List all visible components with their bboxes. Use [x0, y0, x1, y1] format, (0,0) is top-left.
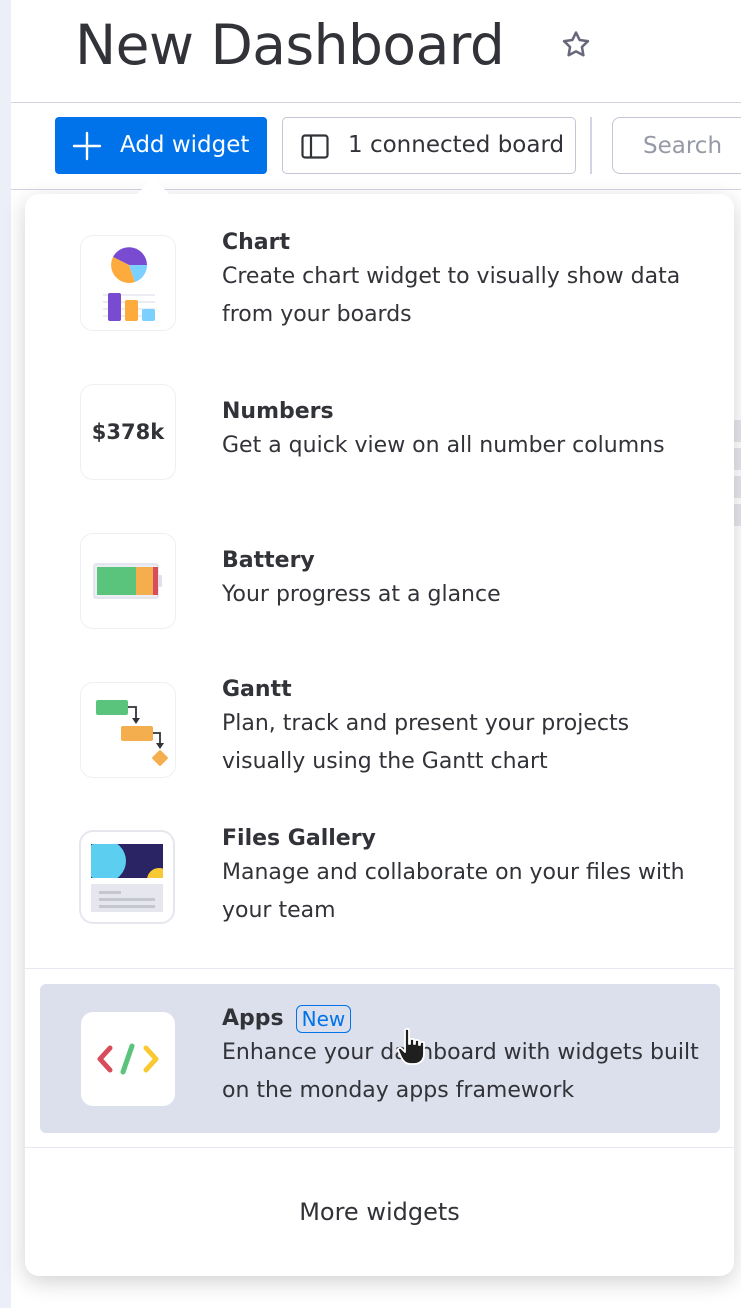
- widget-option-battery[interactable]: Battery Your progress at a glance: [40, 512, 720, 660]
- more-widgets-button[interactable]: More widgets: [25, 1148, 734, 1276]
- search-box[interactable]: [612, 117, 741, 174]
- search-input[interactable]: [643, 118, 741, 173]
- dashboard-header: New Dashboard: [11, 0, 741, 103]
- widget-title: Apps New: [222, 1004, 712, 1034]
- dashboard-toolbar: Add widget 1 connected board: [11, 104, 741, 190]
- widget-title: Chart: [222, 230, 291, 255]
- widget-text: Apps New Enhance your dashboard with wid…: [222, 1004, 712, 1110]
- widget-option-apps[interactable]: Apps New Enhance your dashboard with wid…: [40, 984, 720, 1133]
- add-widget-button[interactable]: Add widget: [55, 117, 267, 174]
- menu-divider: [25, 968, 734, 969]
- widget-text: Chart Create chart widget to visually sh…: [222, 228, 712, 334]
- widget-description: Your progress at a glance: [222, 582, 501, 607]
- numbers-icon-text: $378k: [91, 420, 165, 444]
- widget-text: Numbers Get a quick view on all number c…: [222, 397, 712, 465]
- toolbar-divider: [590, 117, 592, 174]
- widget-option-gantt[interactable]: Gantt Plan, track and present your proje…: [40, 661, 720, 809]
- widget-text: Battery Your progress at a glance: [222, 546, 712, 614]
- code-icon: [81, 1012, 175, 1106]
- hand-cursor-icon: [397, 1027, 425, 1065]
- battery-icon: [81, 534, 175, 628]
- connected-boards-label: 1 connected board: [348, 132, 565, 158]
- widget-option-files-gallery[interactable]: Files Gallery Manage and collaborate on …: [40, 810, 720, 958]
- widget-text: Files Gallery Manage and collaborate on …: [222, 824, 712, 930]
- chart-icon: [81, 236, 175, 330]
- widget-option-numbers[interactable]: $378k Numbers Get a quick view on all nu…: [40, 363, 720, 511]
- gantt-icon: [81, 683, 175, 777]
- new-badge: New: [295, 1005, 352, 1033]
- numbers-icon: $378k: [81, 385, 175, 479]
- plus-icon: [72, 131, 102, 161]
- widget-description: Create chart widget to visually show dat…: [222, 264, 681, 327]
- widget-title: Gantt: [222, 677, 292, 702]
- widget-description: Get a quick view on all number columns: [222, 433, 665, 458]
- widget-description: Manage and collaborate on your files wit…: [222, 860, 685, 923]
- popover-arrow: [136, 178, 170, 195]
- board-panel-icon: [301, 134, 329, 159]
- widget-title: Battery: [222, 548, 315, 573]
- connected-boards-button[interactable]: 1 connected board: [282, 117, 576, 174]
- widget-text: Gantt Plan, track and present your proje…: [222, 675, 712, 781]
- widget-title: Numbers: [222, 399, 334, 424]
- widget-description: Plan, track and present your projects vi…: [222, 711, 630, 774]
- star-icon[interactable]: [559, 28, 593, 62]
- add-widget-label: Add widget: [120, 132, 250, 158]
- widget-title-text: Apps: [222, 1006, 284, 1031]
- widget-option-chart[interactable]: Chart Create chart widget to visually sh…: [40, 214, 720, 362]
- add-widget-menu: Chart Create chart widget to visually sh…: [25, 194, 734, 1276]
- files-gallery-icon: [81, 832, 173, 922]
- widget-title: Files Gallery: [222, 826, 376, 851]
- widget-description: Enhance your dashboard with widgets buil…: [222, 1040, 699, 1103]
- page-title[interactable]: New Dashboard: [75, 10, 505, 80]
- left-sidebar-edge: [0, 0, 11, 1308]
